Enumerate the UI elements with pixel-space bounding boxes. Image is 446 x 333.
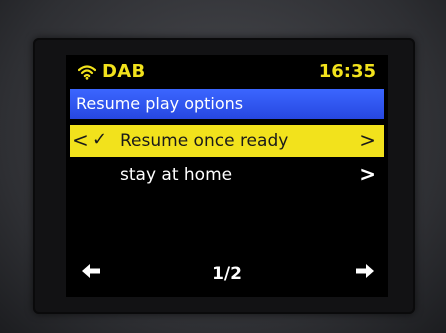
wifi-icon <box>78 65 96 80</box>
menu-item-resume-once-ready[interactable]: < ✓ Resume once ready > <box>70 125 384 157</box>
check-icon: ✓ <box>92 129 108 150</box>
menu-title-bar: Resume play options <box>70 89 384 119</box>
chevron-right-icon[interactable]: > <box>359 162 376 186</box>
arrow-right-icon[interactable] <box>354 261 376 287</box>
menu-title: Resume play options <box>76 94 244 113</box>
status-bar: DAB 16:35 <box>66 55 388 87</box>
clock: 16:35 <box>318 61 376 82</box>
display-screen: DAB 16:35 Resume play options < ✓ Resume… <box>66 55 388 297</box>
page-indicator: 1/2 <box>212 264 242 284</box>
menu-item-label: stay at home <box>120 165 233 185</box>
chevron-left-icon[interactable]: < <box>72 128 89 152</box>
pager: 1/2 <box>66 259 388 289</box>
source-label: DAB <box>102 61 146 82</box>
menu-item-stay-at-home[interactable]: stay at home > <box>70 159 384 191</box>
menu-item-label: Resume once ready <box>120 131 289 151</box>
chevron-right-icon[interactable]: > <box>359 128 376 152</box>
